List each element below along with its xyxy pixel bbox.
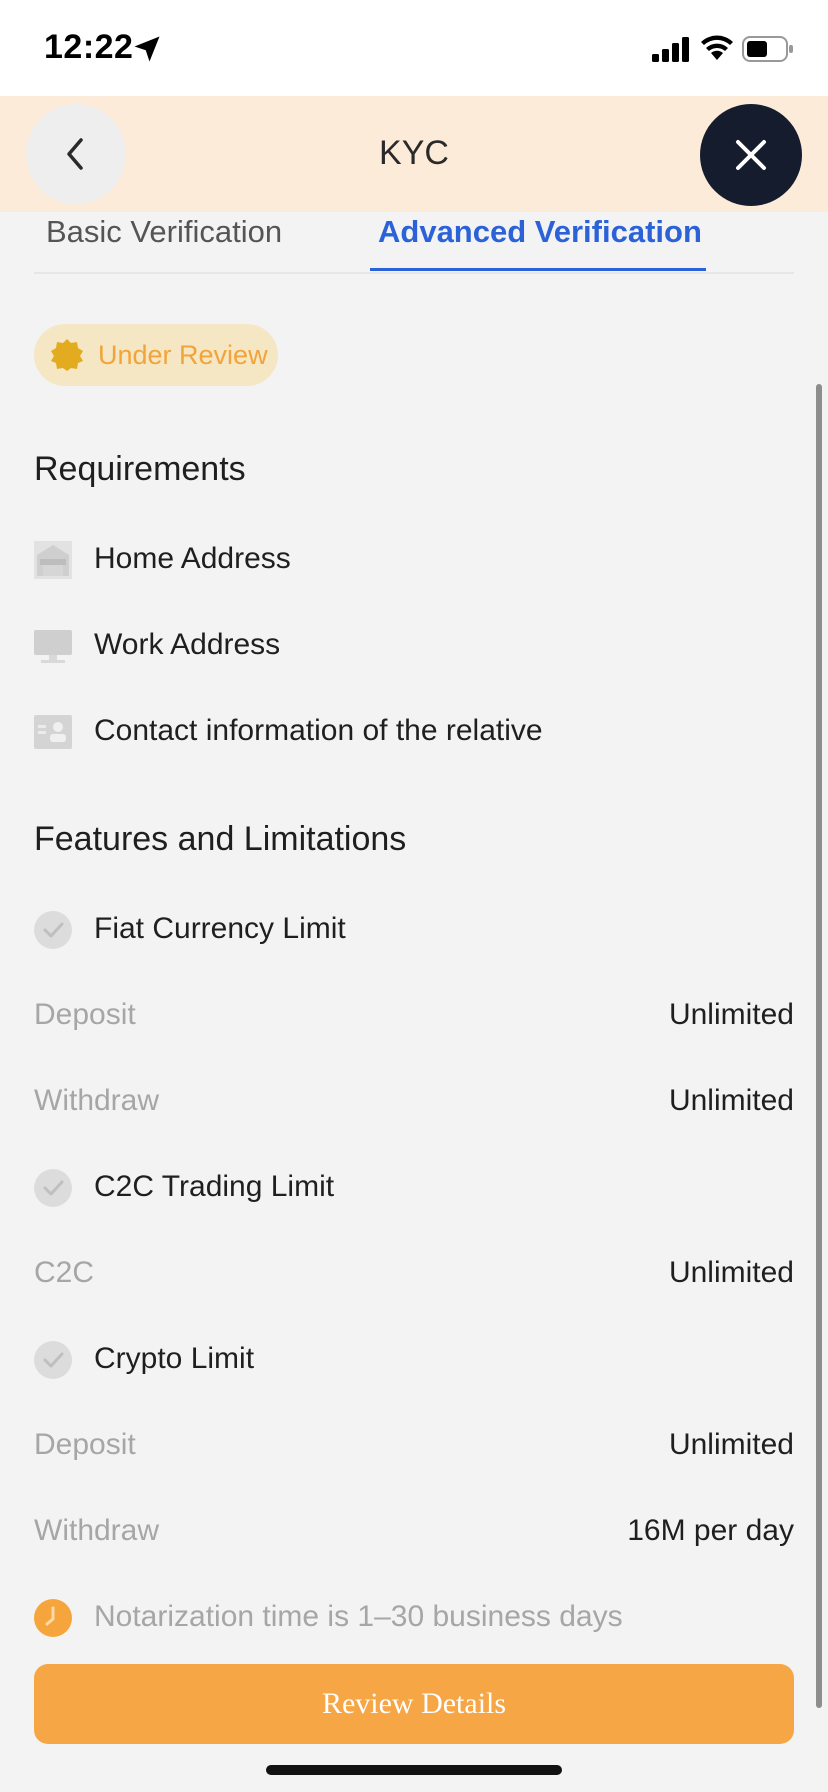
check-circle-icon [34, 1341, 72, 1379]
cellular-signal-icon [652, 37, 689, 62]
notarization-note: Notarization time is 1–30 business days [34, 1591, 794, 1641]
status-badge-label: Under Review [98, 339, 268, 370]
limit-value: Unlimited [668, 1084, 794, 1117]
nav-header: KYC [0, 96, 828, 212]
requirement-label: Work Address [94, 628, 281, 661]
close-icon [736, 140, 766, 170]
limit-value: 16M per day [627, 1514, 794, 1547]
check-circle-icon [34, 1169, 72, 1207]
limit-value: Unlimited [668, 1256, 794, 1289]
feature-label: Crypto Limit [94, 1342, 255, 1375]
limit-row: C2C Unlimited [34, 1247, 794, 1297]
tab-advanced-verification[interactable]: Advanced Verification [378, 214, 702, 250]
limit-key: Deposit [34, 998, 136, 1031]
contact-card-icon [34, 715, 72, 749]
status-bar: 12:22 [0, 0, 828, 96]
pending-seal-icon [51, 339, 83, 371]
feature-fiat-currency-limit: Fiat Currency Limit [34, 903, 794, 953]
clock-icon [34, 1599, 72, 1637]
requirement-label: Contact information of the relative [94, 714, 543, 747]
feature-crypto-limit: Crypto Limit [34, 1333, 794, 1383]
monitor-icon [34, 630, 72, 663]
active-tab-indicator [370, 268, 706, 271]
tab-basic-verification[interactable]: Basic Verification [46, 214, 282, 250]
location-arrow-icon [134, 36, 160, 62]
limit-row: Withdraw 16M per day [34, 1505, 794, 1555]
limit-key: Withdraw [34, 1514, 160, 1547]
features-title: Features and Limitations [34, 820, 407, 858]
verification-tabs: Basic Verification Advanced Verification [34, 212, 794, 274]
requirement-work-address: Work Address [34, 619, 794, 669]
status-badge: Under Review [34, 324, 278, 386]
feature-c2c-trading-limit: C2C Trading Limit [34, 1161, 794, 1211]
scrollbar[interactable] [816, 384, 822, 1708]
requirement-home-address: Home Address [34, 533, 794, 583]
house-icon [34, 541, 72, 579]
limit-key: C2C [34, 1256, 95, 1289]
battery-icon [742, 36, 793, 62]
requirement-relative-contact: Contact information of the relative [34, 705, 794, 755]
requirement-label: Home Address [94, 542, 291, 575]
limit-value: Unlimited [668, 1428, 794, 1461]
limit-row: Deposit Unlimited [34, 989, 794, 1039]
home-indicator[interactable] [266, 1765, 562, 1775]
review-details-button[interactable]: Review Details [34, 1664, 794, 1744]
requirements-title: Requirements [34, 450, 246, 488]
close-button[interactable] [700, 104, 802, 206]
status-time: 12:22 [44, 28, 134, 66]
note-label: Notarization time is 1–30 business days [94, 1600, 623, 1633]
feature-label: Fiat Currency Limit [94, 912, 346, 945]
feature-label: C2C Trading Limit [94, 1170, 335, 1203]
wifi-icon [701, 35, 733, 60]
limit-key: Deposit [34, 1428, 136, 1461]
limit-row: Deposit Unlimited [34, 1419, 794, 1469]
limit-value: Unlimited [668, 998, 794, 1031]
check-circle-icon [34, 911, 72, 949]
limit-row: Withdraw Unlimited [34, 1075, 794, 1125]
limit-key: Withdraw [34, 1084, 160, 1117]
